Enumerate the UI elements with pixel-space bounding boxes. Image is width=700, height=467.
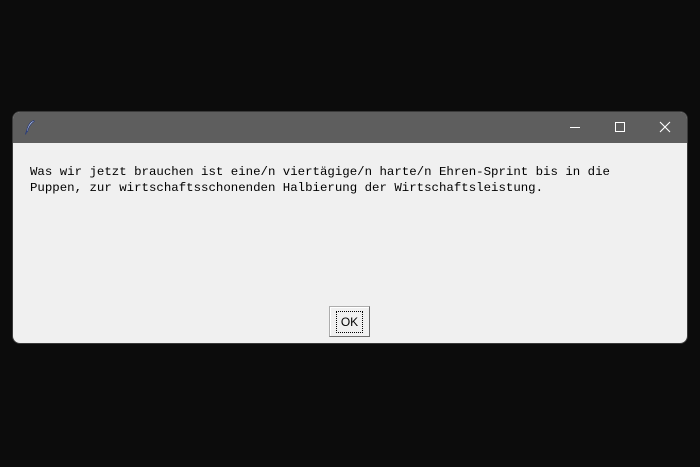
- minimize-button[interactable]: [552, 112, 597, 143]
- feather-icon: [22, 119, 38, 135]
- close-icon: [659, 118, 671, 137]
- message-dialog: Was wir jetzt brauchen ist eine/n viertä…: [13, 112, 687, 343]
- message-line-2: Puppen, zur wirtschaftsschonenden Halbie…: [30, 181, 544, 195]
- close-button[interactable]: [642, 112, 687, 143]
- minimize-icon: [569, 118, 581, 137]
- ok-button[interactable]: OK: [329, 306, 370, 337]
- dialog-message: Was wir jetzt brauchen ist eine/n viertä…: [30, 164, 670, 196]
- ok-button-label: OK: [335, 310, 364, 333]
- maximize-icon: [614, 118, 626, 137]
- message-line-1: Was wir jetzt brauchen ist eine/n viertä…: [30, 165, 610, 179]
- maximize-button[interactable]: [597, 112, 642, 143]
- title-bar[interactable]: [13, 112, 687, 143]
